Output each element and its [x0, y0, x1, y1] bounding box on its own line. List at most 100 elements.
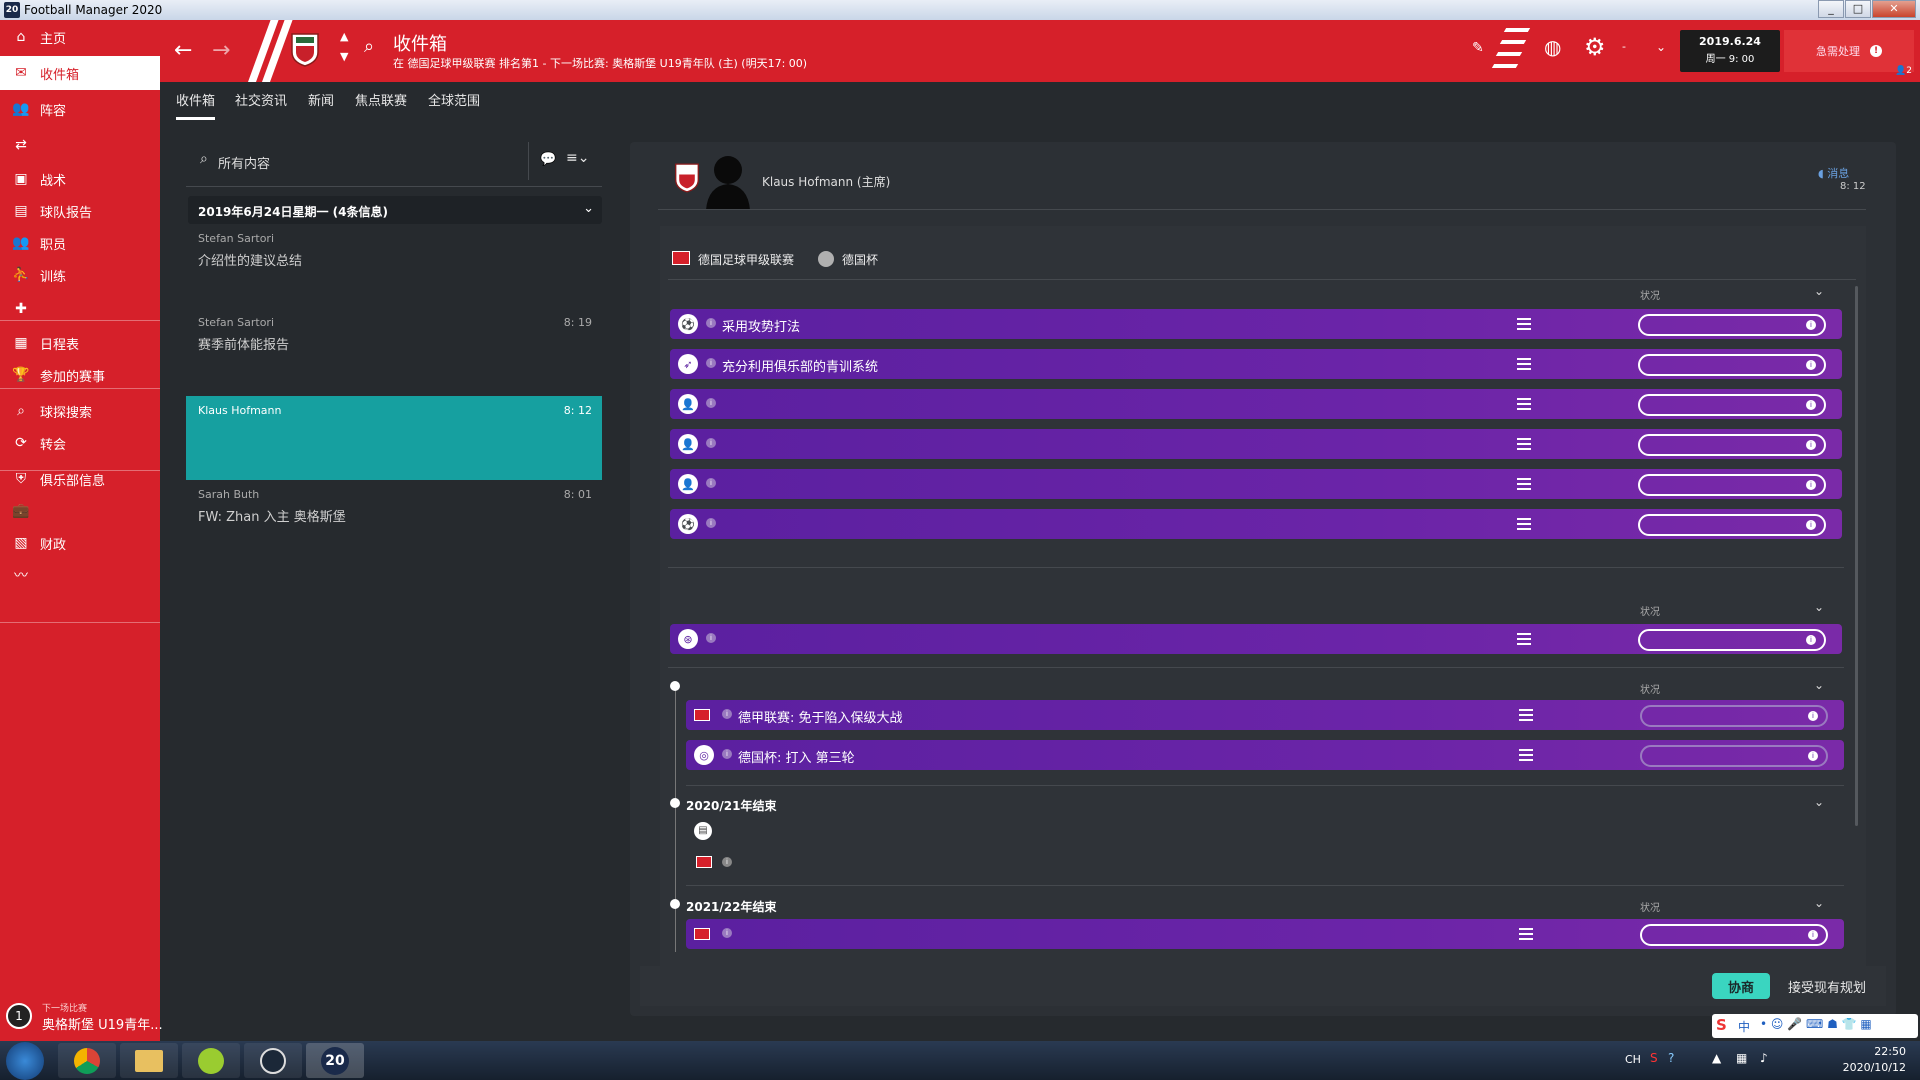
- chevron-down-icon[interactable]: ⌄: [1814, 678, 1824, 692]
- competition-league[interactable]: 德国足球甲级联赛: [698, 251, 794, 268]
- sidebar-item-13[interactable]: ⛨ 俱乐部信息: [0, 462, 160, 496]
- scrollbar[interactable]: [1855, 286, 1858, 826]
- competition-cup[interactable]: 德国杯: [842, 251, 878, 268]
- tab-news[interactable]: 新闻: [308, 90, 334, 117]
- network-icon[interactable]: ▦: [1736, 1051, 1747, 1065]
- menu-icon[interactable]: [1517, 398, 1531, 410]
- info-icon[interactable]: i: [706, 518, 716, 528]
- status-pill[interactable]: i: [1638, 314, 1826, 336]
- status-pill[interactable]: i: [1640, 705, 1828, 727]
- ime-mode[interactable]: 中: [1738, 1018, 1750, 1035]
- tab-inbox[interactable]: 收件箱: [176, 90, 216, 120]
- status-pill[interactable]: i: [1640, 924, 1828, 946]
- menu-icon[interactable]: [1517, 633, 1531, 645]
- continue-dropdown-icon[interactable]: ⌄: [1656, 40, 1666, 54]
- sidebar-item-3[interactable]: ⇄: [0, 128, 160, 162]
- chrome-taskbar-icon[interactable]: [58, 1043, 116, 1078]
- plan-row[interactable]: ➶ i 充分利用俱乐部的青训系统 i: [670, 349, 1842, 379]
- plan-row[interactable]: 👤 i i: [670, 469, 1842, 499]
- tray-expand-icon[interactable]: ▲: [1712, 1051, 1721, 1065]
- status-pill[interactable]: i: [1640, 745, 1828, 767]
- status-pill[interactable]: i: [1638, 354, 1826, 376]
- menu-icon[interactable]: [1519, 709, 1533, 721]
- minimize-button[interactable]: _: [1818, 0, 1844, 18]
- sidebar-item-0[interactable]: ⌂ 主页: [0, 20, 160, 54]
- steam-taskbar-icon[interactable]: [244, 1043, 302, 1078]
- menu-icon[interactable]: [1519, 928, 1533, 940]
- tab-focus-league[interactable]: 焦点联赛: [355, 90, 407, 117]
- edit-icon[interactable]: ✎: [1472, 40, 1484, 56]
- menu-icon[interactable]: [1517, 358, 1531, 370]
- app-taskbar-icon[interactable]: [182, 1043, 240, 1078]
- sidebar-item-7[interactable]: ⛹ 训练: [0, 258, 160, 292]
- list-item-selected[interactable]: Klaus Hofmann 8: 12: [186, 396, 602, 480]
- tab-global[interactable]: 全球范围: [428, 90, 480, 117]
- inbox-filter[interactable]: ⌕ 所有内容: [188, 147, 528, 175]
- back-arrow-icon[interactable]: ←: [174, 38, 192, 63]
- chevron-down-icon[interactable]: ▼: [340, 50, 348, 63]
- info-icon[interactable]: i: [722, 928, 732, 938]
- plan-row[interactable]: i 德甲联赛: 免于陷入保级大战 i: [686, 700, 1844, 730]
- status-pill[interactable]: i: [1638, 514, 1826, 536]
- sidebar-item-9[interactable]: ▦ 日程表: [0, 326, 160, 360]
- chevron-down-icon[interactable]: ⌄: [583, 201, 594, 216]
- help-globe-icon[interactable]: ◍: [1544, 35, 1561, 59]
- chevron-down-icon[interactable]: ⌄: [1814, 600, 1824, 614]
- explorer-taskbar-icon[interactable]: [120, 1043, 178, 1078]
- status-pill[interactable]: i: [1638, 434, 1826, 456]
- chevron-down-icon[interactable]: ⌄: [1814, 795, 1824, 809]
- info-icon[interactable]: i: [722, 749, 732, 759]
- start-button[interactable]: [6, 1042, 44, 1080]
- plan-row[interactable]: ⚽ i 采用攻势打法 i: [670, 309, 1842, 339]
- plan-row[interactable]: 👤 i i: [670, 389, 1842, 419]
- menu-icon[interactable]: [1517, 318, 1531, 330]
- sidebar-item-10[interactable]: 🏆 参加的赛事: [0, 358, 160, 392]
- info-icon[interactable]: i: [706, 318, 716, 328]
- reply-message-link[interactable]: ◖ 消息: [1818, 165, 1849, 181]
- chevron-down-icon[interactable]: ⌄: [1814, 284, 1824, 298]
- maximize-button[interactable]: □: [1845, 0, 1871, 18]
- sidebar-item-12[interactable]: ⟳ 转会: [0, 426, 160, 460]
- settings-gear-icon[interactable]: ⚙: [1584, 33, 1606, 61]
- chat-bubble-icon[interactable]: 💬: [540, 152, 556, 167]
- status-pill[interactable]: i: [1638, 474, 1826, 496]
- sidebar-item-5[interactable]: ▤ 球队报告: [0, 194, 160, 228]
- menu-icon[interactable]: [1517, 478, 1531, 490]
- info-icon[interactable]: i: [706, 358, 716, 368]
- info-icon[interactable]: i: [706, 478, 716, 488]
- plan-row[interactable]: ⚽ i i: [670, 509, 1842, 539]
- plan-row[interactable]: i i: [686, 919, 1844, 949]
- sidebar-item-16[interactable]: 〰: [0, 558, 160, 592]
- plan-row[interactable]: ⊛ i i: [670, 624, 1842, 654]
- search-icon[interactable]: ⌕: [364, 36, 374, 57]
- language-indicator[interactable]: CH: [1625, 1053, 1641, 1066]
- date-group-header[interactable]: 2019年6月24日星期一 (4条信息) ⌄: [188, 196, 602, 224]
- menu-icon[interactable]: [1517, 438, 1531, 450]
- sidebar-item-11[interactable]: ⌕ 球探搜索: [0, 394, 160, 428]
- help-icon[interactable]: ?: [1668, 1051, 1674, 1065]
- sidebar-item-4[interactable]: ▣ 战术: [0, 162, 160, 196]
- close-button[interactable]: ✕: [1872, 0, 1916, 18]
- info-icon[interactable]: i: [722, 709, 732, 719]
- sidebar-item-2[interactable]: 👥 阵容: [0, 92, 160, 126]
- next-match-widget[interactable]: 1 下一场比赛 奥格斯堡 U19青年...: [0, 995, 163, 1040]
- date-display[interactable]: 2019.6.24 周一 9: 00: [1680, 30, 1780, 72]
- menu-icon[interactable]: [1517, 518, 1531, 530]
- accept-plan-button[interactable]: 接受现有规划: [1775, 973, 1879, 999]
- sidebar-item-6[interactable]: 👥 职员: [0, 226, 160, 260]
- forward-arrow-icon[interactable]: →: [212, 38, 230, 63]
- chevron-down-icon[interactable]: ⌄: [1814, 896, 1824, 910]
- volume-icon[interactable]: ♪: [1760, 1051, 1768, 1065]
- system-clock[interactable]: 22:50 2020/10/12: [1843, 1044, 1906, 1076]
- plan-row[interactable]: ◎ i 德国杯: 打入 第三轮 i: [686, 740, 1844, 770]
- plan-row[interactable]: 👤 i i: [670, 429, 1842, 459]
- info-icon[interactable]: i: [706, 438, 716, 448]
- list-item[interactable]: Stefan Sartori 介绍性的建议总结: [186, 224, 602, 308]
- menu-icon[interactable]: [1519, 749, 1533, 761]
- negotiate-button[interactable]: 协商: [1712, 973, 1770, 999]
- info-icon[interactable]: i: [706, 633, 716, 643]
- list-item[interactable]: Sarah Buth 8: 01 FW: Zhan 入主 奥格斯堡: [186, 480, 602, 564]
- sogou-icon[interactable]: S: [1716, 1016, 1727, 1034]
- ime-icon[interactable]: S: [1650, 1051, 1658, 1065]
- chevron-up-icon[interactable]: ▲: [340, 30, 348, 43]
